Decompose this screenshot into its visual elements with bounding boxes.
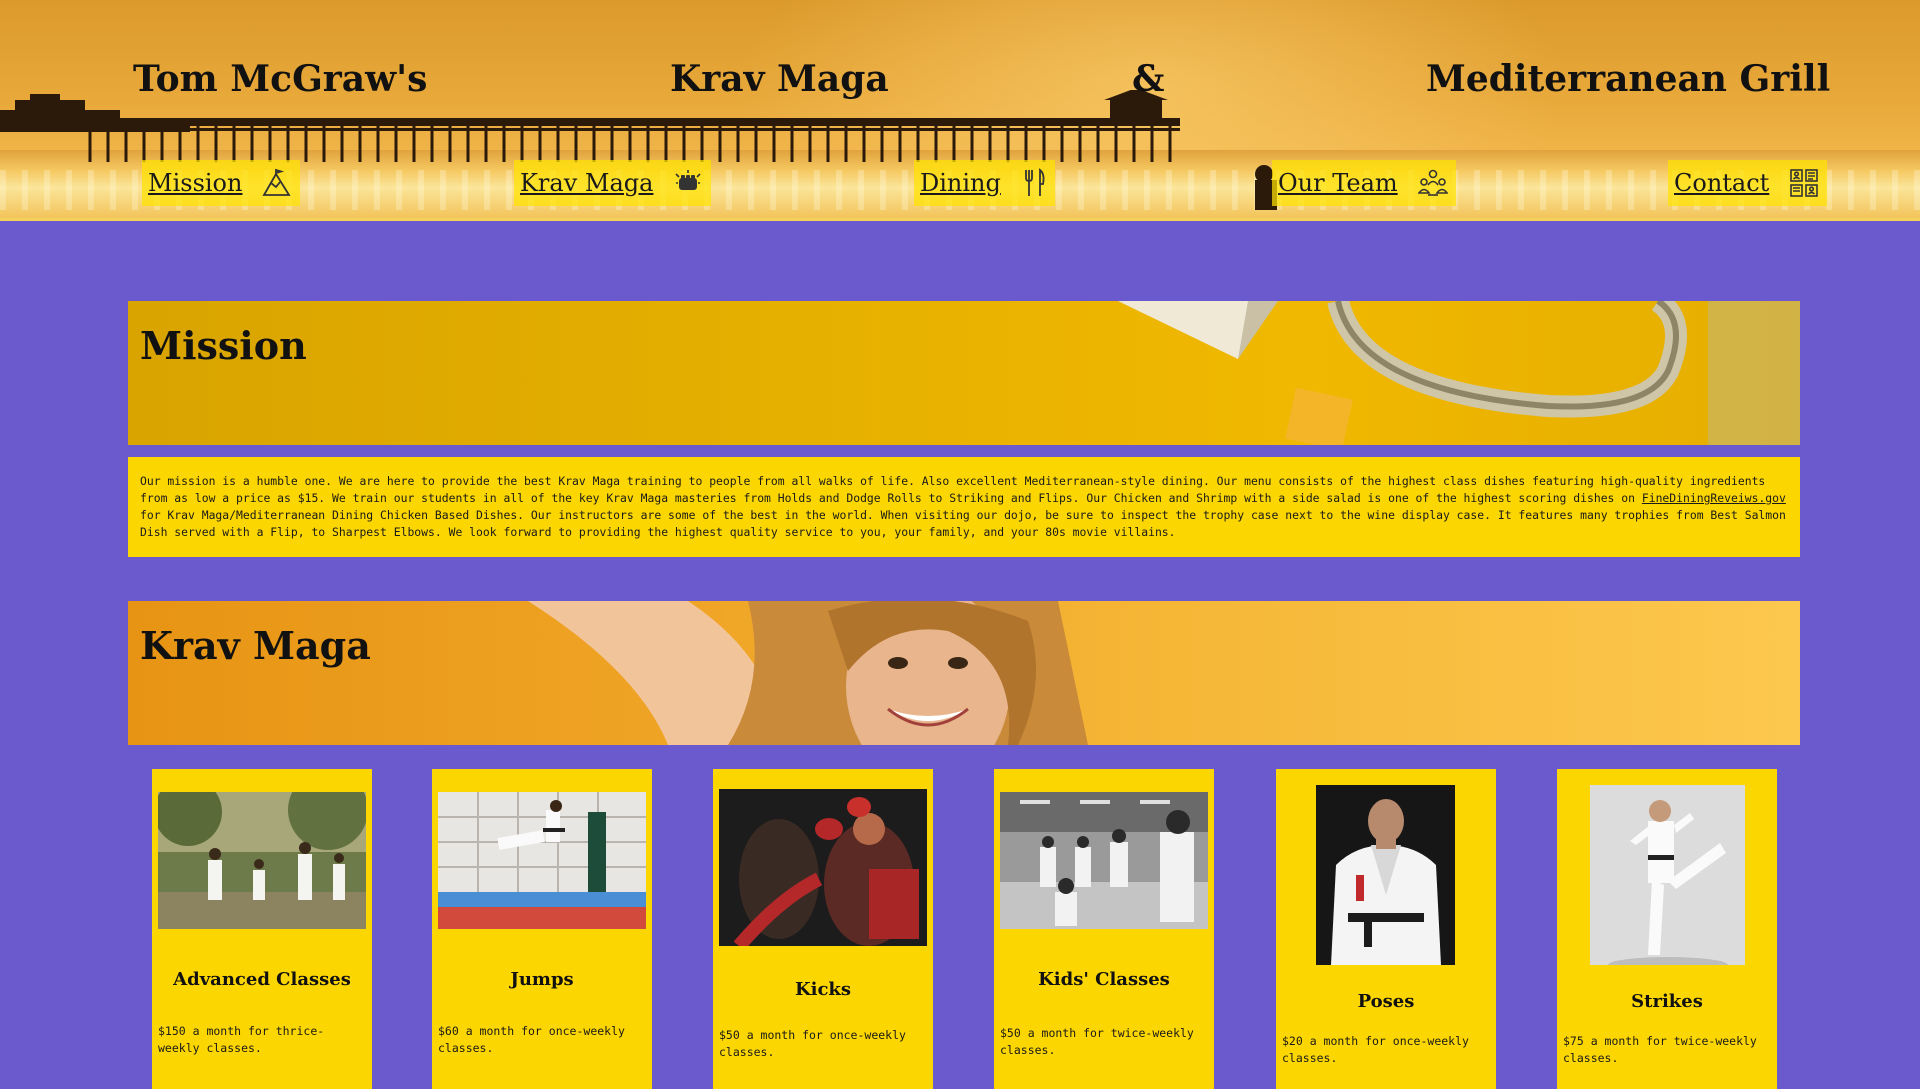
nav-item-label: Krav Maga (520, 169, 654, 197)
class-card-price: $150 a month for thrice-weekly classes. (158, 1024, 325, 1055)
nav-item-label: Mission (148, 169, 243, 197)
mission-banner: Mission (128, 301, 1800, 445)
strikes-photo (1590, 785, 1745, 965)
class-card-strikes[interactable]: Strikes $75 a month for twice-weekly cla… (1557, 769, 1777, 1089)
class-card-title: Kids' Classes (1038, 969, 1170, 990)
mission-text-part-2: for Krav Maga/Mediterranean Dining Chick… (140, 508, 1786, 539)
class-card-poses[interactable]: Poses $20 a month for once-weekly classe… (1276, 769, 1496, 1089)
nav-item-label: Dining (920, 169, 1001, 197)
nav-item-krav-maga[interactable]: Krav Maga (514, 160, 712, 206)
krav-maga-banner-image (528, 601, 1088, 745)
poses-photo (1316, 785, 1455, 965)
mission-heading: Mission (140, 323, 307, 368)
class-card-price: $50 a month for twice-weekly classes. (1000, 1026, 1194, 1057)
kids-classes-photo (1000, 792, 1208, 929)
team-icon (1417, 169, 1448, 196)
class-card-price: $75 a month for twice-weekly classes. (1563, 1034, 1757, 1065)
class-card-title: Jumps (510, 969, 574, 990)
fist-icon (675, 170, 702, 190)
class-card-kids[interactable]: Kids' Classes $50 a month for twice-week… (994, 769, 1214, 1089)
class-card-title: Kicks (794, 979, 852, 1000)
mission-text: Our mission is a humble one. We are here… (128, 457, 1800, 557)
class-card-jumps[interactable]: Jumps $60 a month for once-weekly classe… (432, 769, 652, 1089)
nav-item-label: Our Team (1278, 169, 1398, 197)
mission-banner-image (1118, 301, 1800, 445)
class-card-price: $50 a month for once-weekly classes. (719, 1028, 906, 1059)
nav-item-our-team[interactable]: Our Team (1272, 160, 1456, 206)
site-title-grill: Mediterranean Grill (1426, 58, 1831, 100)
class-card-advanced[interactable]: Advanced Classes $150 a month for thrice… (152, 769, 372, 1089)
nav-item-dining[interactable]: Dining (914, 160, 1055, 206)
nav-item-contact[interactable]: Contact (1668, 160, 1828, 206)
kicks-photo (719, 789, 927, 946)
class-card-price: $60 a month for once-weekly classes. (438, 1024, 625, 1055)
mountain-icon (262, 168, 292, 196)
site-title-krav-maga: Krav Maga (670, 58, 889, 100)
mission-text-part-1: Our mission is a humble one. We are here… (140, 474, 1766, 505)
class-card-title: Poses (1357, 991, 1415, 1012)
class-card-price: $20 a month for once-weekly classes. (1282, 1034, 1469, 1065)
class-card-title: Strikes (1631, 991, 1703, 1012)
krav-maga-banner: Krav Maga (128, 601, 1800, 745)
site-title-ampersand: & (1132, 58, 1165, 100)
class-card-title: Advanced Classes (173, 969, 351, 990)
fine-dining-reviews-link[interactable]: FineDiningReveiws.gov (1642, 491, 1786, 505)
advanced-classes-photo (158, 792, 366, 929)
nav-item-label: Contact (1674, 169, 1770, 197)
jumps-photo (438, 792, 646, 929)
site-title-owner: Tom McGraw's (133, 58, 428, 100)
class-card-kicks[interactable]: Kicks $50 a month for once-weekly classe… (713, 769, 933, 1089)
site-header: Tom McGraw's Krav Maga & Mediterranean G… (0, 0, 1920, 221)
contact-card-icon (1790, 169, 1819, 197)
utensils-icon (1024, 168, 1045, 196)
krav-maga-heading: Krav Maga (140, 623, 371, 668)
nav-item-mission[interactable]: Mission (142, 160, 301, 206)
